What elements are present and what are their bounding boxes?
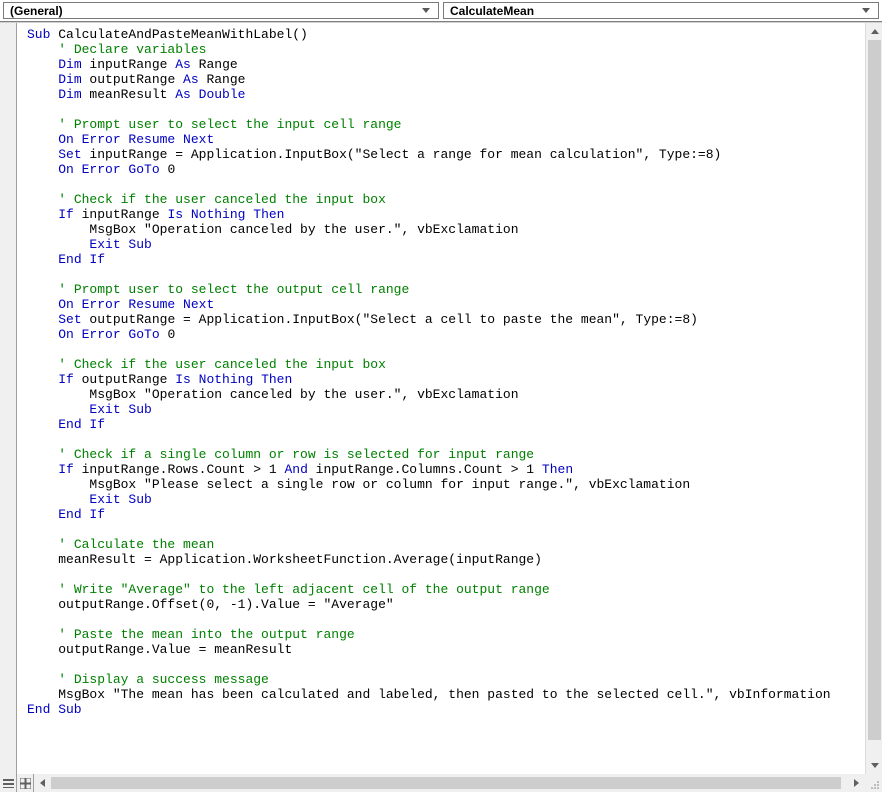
code-line: ' Display a success message bbox=[27, 672, 865, 687]
code-line: Dim meanResult As Double bbox=[27, 87, 865, 102]
code-line: If inputRange.Rows.Count > 1 And inputRa… bbox=[27, 462, 865, 477]
code-line: meanResult = Application.WorksheetFuncti… bbox=[27, 552, 865, 567]
chevron-down-icon bbox=[418, 3, 434, 19]
code-pane[interactable]: Sub CalculateAndPasteMeanWithLabel() ' D… bbox=[17, 23, 865, 774]
procedure-dropdown-label: CalculateMean bbox=[450, 4, 534, 18]
vertical-scroll-thumb[interactable] bbox=[868, 40, 881, 740]
code-line: ' Check if a single column or row is sel… bbox=[27, 447, 865, 462]
code-line: Dim outputRange As Range bbox=[27, 72, 865, 87]
code-line: End If bbox=[27, 507, 865, 522]
resize-grip-icon[interactable] bbox=[865, 774, 882, 792]
code-line bbox=[27, 177, 865, 192]
code-line: ' Check if the user canceled the input b… bbox=[27, 192, 865, 207]
chevron-down-icon bbox=[858, 3, 874, 19]
code-line: Exit Sub bbox=[27, 492, 865, 507]
code-line bbox=[27, 267, 865, 282]
code-line bbox=[27, 522, 865, 537]
full-module-view-button[interactable] bbox=[17, 774, 34, 792]
dropdown-row: (General) CalculateMean bbox=[0, 0, 882, 22]
code-line: ' Declare variables bbox=[27, 42, 865, 57]
code-line: On Error Resume Next bbox=[27, 132, 865, 147]
code-line: Dim inputRange As Range bbox=[27, 57, 865, 72]
code-line bbox=[27, 342, 865, 357]
scroll-up-arrow-icon[interactable] bbox=[866, 23, 882, 40]
horizontal-scroll-thumb[interactable] bbox=[51, 777, 841, 789]
code-line: Set inputRange = Application.InputBox("S… bbox=[27, 147, 865, 162]
code-line bbox=[27, 102, 865, 117]
editor-area: Sub CalculateAndPasteMeanWithLabel() ' D… bbox=[0, 22, 882, 792]
code-line: ' Prompt user to select the input cell r… bbox=[27, 117, 865, 132]
code-line: MsgBox "Operation canceled by the user."… bbox=[27, 222, 865, 237]
code-line: ' Paste the mean into the output range bbox=[27, 627, 865, 642]
bottom-bar bbox=[0, 774, 882, 792]
code-line: If inputRange Is Nothing Then bbox=[27, 207, 865, 222]
code-line bbox=[27, 432, 865, 447]
code-line: ' Prompt user to select the output cell … bbox=[27, 282, 865, 297]
code-line: End If bbox=[27, 417, 865, 432]
code-line: ' Write "Average" to the left adjacent c… bbox=[27, 582, 865, 597]
scroll-left-arrow-icon[interactable] bbox=[34, 774, 51, 792]
code-line: MsgBox "The mean has been calculated and… bbox=[27, 687, 865, 702]
horizontal-scrollbar[interactable] bbox=[34, 774, 865, 792]
code-line: Exit Sub bbox=[27, 402, 865, 417]
code-line: Set outputRange = Application.InputBox("… bbox=[27, 312, 865, 327]
procedure-dropdown[interactable]: CalculateMean bbox=[443, 2, 879, 19]
code-line: On Error GoTo 0 bbox=[27, 327, 865, 342]
code-line: Exit Sub bbox=[27, 237, 865, 252]
object-dropdown-label: (General) bbox=[10, 4, 63, 18]
code-line: MsgBox "Please select a single row or co… bbox=[27, 477, 865, 492]
vertical-scrollbar[interactable] bbox=[865, 23, 882, 774]
code-line: outputRange.Offset(0, -1).Value = "Avera… bbox=[27, 597, 865, 612]
scroll-right-arrow-icon[interactable] bbox=[848, 774, 865, 792]
code-line: ' Calculate the mean bbox=[27, 537, 865, 552]
code-line: ' Check if the user canceled the input b… bbox=[27, 357, 865, 372]
code-line bbox=[27, 567, 865, 582]
code-line: MsgBox "Operation canceled by the user."… bbox=[27, 387, 865, 402]
code-line: Sub CalculateAndPasteMeanWithLabel() bbox=[27, 27, 865, 42]
code-line: On Error Resume Next bbox=[27, 297, 865, 312]
procedure-view-button[interactable] bbox=[0, 774, 17, 792]
code-line: outputRange.Value = meanResult bbox=[27, 642, 865, 657]
code-line: If outputRange Is Nothing Then bbox=[27, 372, 865, 387]
breakpoint-gutter[interactable] bbox=[0, 23, 17, 774]
code-line bbox=[27, 657, 865, 672]
code-line: On Error GoTo 0 bbox=[27, 162, 865, 177]
code-line: End If bbox=[27, 252, 865, 267]
code-line bbox=[27, 612, 865, 627]
object-dropdown[interactable]: (General) bbox=[3, 2, 439, 19]
code-line: End Sub bbox=[27, 702, 865, 717]
scroll-down-arrow-icon[interactable] bbox=[866, 757, 882, 774]
